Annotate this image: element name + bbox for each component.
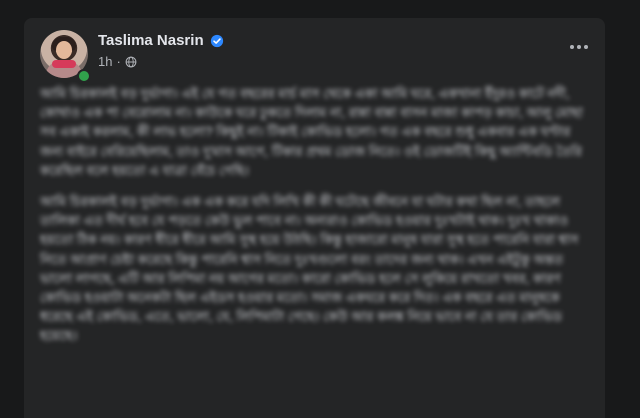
post-meta: 1h · [98, 54, 137, 69]
post-time[interactable]: 1h [98, 54, 112, 69]
avatar-scarf [52, 60, 76, 68]
avatar-face [56, 41, 72, 59]
author-row: Taslima Nasrin [98, 32, 224, 49]
verified-badge-icon [210, 34, 224, 48]
more-dot [584, 45, 588, 49]
more-options-icon[interactable] [567, 40, 591, 54]
post-header: Taslima Nasrin 1h · [24, 18, 605, 84]
post-paragraph: আমি চিরকালই বড় দুর্ভাগা। এক এক করে যদি … [40, 192, 589, 346]
globe-icon[interactable] [125, 56, 137, 68]
post-card: Taslima Nasrin 1h · আমি চিরকালই বড় দুর্… [24, 18, 605, 418]
post-paragraph: আমি চিরকালই বড় দুর্ভাগা। এই যে গত বছরের… [40, 84, 589, 180]
more-dot [570, 45, 574, 49]
meta-separator: · [116, 54, 120, 69]
online-status-icon [77, 69, 91, 83]
more-dot [577, 45, 581, 49]
author-name[interactable]: Taslima Nasrin [98, 32, 204, 49]
post-body: আমি চিরকালই বড় দুর্ভাগা। এই যে গত বছরের… [40, 84, 589, 358]
